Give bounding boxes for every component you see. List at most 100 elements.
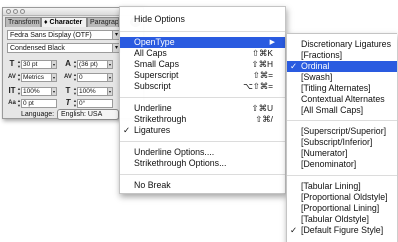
menu-item-opentype[interactable]: OpenType ▶ <box>120 37 285 48</box>
menu-item-label: [Swash] <box>301 72 333 82</box>
submenu-item-swash[interactable]: [Swash] <box>287 72 397 83</box>
skew-value: 0° <box>79 99 86 107</box>
tracking-value: 0 <box>79 73 83 81</box>
submenu-item-proportional-oldstyle[interactable]: [Proportional Oldstyle] <box>287 192 397 203</box>
checkmark-icon: ✓ <box>123 125 131 135</box>
opentype-submenu: Discretionary Ligatures [Fractions] ✓ Or… <box>286 33 397 242</box>
leading-control: A ▲ ▼ (36 pt) ▾ <box>63 59 113 69</box>
language-value: English: USA <box>61 111 103 118</box>
skew-input[interactable]: 0° <box>77 98 113 108</box>
menu-item-label: OpenType <box>134 37 175 47</box>
submenu-item-discretionary-ligatures[interactable]: Discretionary Ligatures <box>287 39 397 50</box>
menu-shortcut: ⌥⇧⌘= <box>243 81 273 91</box>
tab-paragraph[interactable]: Paragraph <box>87 17 119 27</box>
menu-item-strikethrough[interactable]: Strikethrough ⇧⌘/ <box>120 114 285 125</box>
menu-separator <box>120 31 285 32</box>
font-family-field[interactable]: Fedra Sans Display (OTF) ▾ <box>7 30 121 40</box>
menu-item-ligatures[interactable]: ✓ Ligatures <box>120 125 285 136</box>
menu-separator <box>120 141 285 142</box>
submenu-item-fractions[interactable]: [Fractions] <box>287 50 397 61</box>
menu-item-label: [Tabular Lining] <box>301 181 361 191</box>
menu-item-label: Strikethrough Options... <box>134 158 227 168</box>
baseline-shift-icon: Aa <box>8 100 16 106</box>
language-label: Language: <box>21 111 55 118</box>
submenu-item-titling-alternates[interactable]: [Titling Alternates] <box>287 83 397 94</box>
chevron-down-icon[interactable]: ▾ <box>107 60 112 68</box>
horizontal-scale-input[interactable]: 100% ▾ <box>77 86 113 96</box>
submenu-arrow-icon: ▶ <box>269 39 275 46</box>
chevron-down-icon[interactable]: ▾ <box>51 73 56 81</box>
submenu-item-numerator[interactable]: [Numerator] <box>287 148 397 159</box>
submenu-item-contextual-alternates[interactable]: Contextual Alternates <box>287 94 397 105</box>
menu-separator <box>120 97 285 98</box>
submenu-item-tabular-lining[interactable]: [Tabular Lining] <box>287 181 397 192</box>
tab-character[interactable]: ♦ Character <box>41 17 87 27</box>
submenu-item-denominator[interactable]: [Denominator] <box>287 159 397 170</box>
menu-item-subscript[interactable]: Subscript ⌥⇧⌘= <box>120 81 285 92</box>
language-select[interactable]: English: USA <box>57 109 119 120</box>
menu-item-no-break[interactable]: No Break <box>120 180 285 191</box>
font-style-field[interactable]: Condensed Black ▾ <box>7 43 121 53</box>
kerning-input[interactable]: Metrics ▾ <box>21 72 57 82</box>
menu-separator <box>287 175 397 176</box>
leading-input[interactable]: (36 pt) ▾ <box>77 59 113 69</box>
menu-item-label: Underline <box>134 103 172 113</box>
menu-item-label: Superscript <box>134 70 179 80</box>
menu-item-label: Subscript <box>134 81 171 91</box>
chevron-down-icon[interactable]: ▾ <box>51 87 56 95</box>
submenu-item-ordinal[interactable]: ✓ Ordinal <box>287 61 397 72</box>
skew-control: T ▲ ▼ 0° <box>63 98 113 108</box>
menu-item-small-caps[interactable]: Small Caps ⇧⌘H <box>120 59 285 70</box>
vertical-scale-input[interactable]: 100% ▾ <box>21 86 57 96</box>
font-family-value: Fedra Sans Display (OTF) <box>10 32 92 39</box>
kerning-icon: AV <box>8 74 16 80</box>
horizontal-scale-icon: T <box>65 86 71 95</box>
menu-item-label: [Subscript/Inferior] <box>301 137 373 147</box>
menu-item-superscript[interactable]: Superscript ⇧⌘= <box>120 70 285 81</box>
menu-item-hide-options[interactable]: Hide Options <box>120 14 285 25</box>
skew-icon: T <box>65 98 71 107</box>
tracking-control: AV ▲ ▼ 0 ▾ <box>63 72 113 82</box>
baseline-shift-value: 0 pt <box>23 99 34 107</box>
font-size-control: T ▲ ▼ 30 pt ▾ <box>7 59 57 69</box>
font-size-input[interactable]: 30 pt ▾ <box>21 59 57 69</box>
chevron-down-icon[interactable]: ▾ <box>51 60 56 68</box>
font-size-value: 30 pt <box>23 60 38 68</box>
font-size-icon: T <box>9 59 15 68</box>
menu-item-underline[interactable]: Underline ⇧⌘U <box>120 103 285 114</box>
menu-item-label: No Break <box>134 180 171 190</box>
menu-item-label: All Caps <box>134 48 167 58</box>
chevron-down-icon[interactable]: ▾ <box>107 73 112 81</box>
menu-item-label: [All Small Caps] <box>301 105 364 115</box>
tab-transform[interactable]: Transform <box>5 17 41 27</box>
close-icon[interactable] <box>6 9 11 14</box>
submenu-item-proportional-lining[interactable]: [Proportional Lining] <box>287 203 397 214</box>
minimize-icon[interactable] <box>13 9 18 14</box>
menu-item-label: [Fractions] <box>301 50 343 60</box>
menu-item-all-caps[interactable]: All Caps ⇧⌘K <box>120 48 285 59</box>
menu-item-label: [Superscript/Superior] <box>301 126 387 136</box>
menu-item-strikethrough-options[interactable]: Strikethrough Options... <box>120 158 285 169</box>
menu-item-label: [Proportional Lining] <box>301 203 380 213</box>
menu-item-label: Discretionary Ligatures <box>301 39 391 49</box>
submenu-item-subscript-inferior[interactable]: [Subscript/Inferior] <box>287 137 397 148</box>
tracking-input[interactable]: 0 ▾ <box>77 72 113 82</box>
horizontal-scale-value: 100% <box>79 87 96 95</box>
font-style-value: Condensed Black <box>10 45 65 52</box>
menu-item-label: Small Caps <box>134 59 179 69</box>
zoom-icon[interactable] <box>20 9 25 14</box>
submenu-item-all-small-caps[interactable]: [All Small Caps] <box>287 105 397 116</box>
submenu-item-tabular-oldstyle[interactable]: [Tabular Oldstyle] <box>287 214 397 225</box>
tracking-icon: AV <box>64 74 72 80</box>
vertical-scale-control: IT ▲ ▼ 100% ▾ <box>7 86 57 96</box>
horizontal-scale-control: T ▲ ▼ 100% ▾ <box>63 86 113 96</box>
submenu-item-superscript-superior[interactable]: [Superscript/Superior] <box>287 126 397 137</box>
chevron-down-icon[interactable]: ▾ <box>107 87 112 95</box>
menu-item-label: Ligatures <box>134 125 171 135</box>
menu-item-label: Underline Options.... <box>134 147 215 157</box>
menu-item-underline-options[interactable]: Underline Options.... <box>120 147 285 158</box>
checkmark-icon: ✓ <box>290 225 298 235</box>
vertical-scale-value: 100% <box>23 87 40 95</box>
baseline-shift-input[interactable]: 0 pt <box>21 98 57 108</box>
submenu-item-default-figure-style[interactable]: ✓ [Default Figure Style] <box>287 225 397 236</box>
